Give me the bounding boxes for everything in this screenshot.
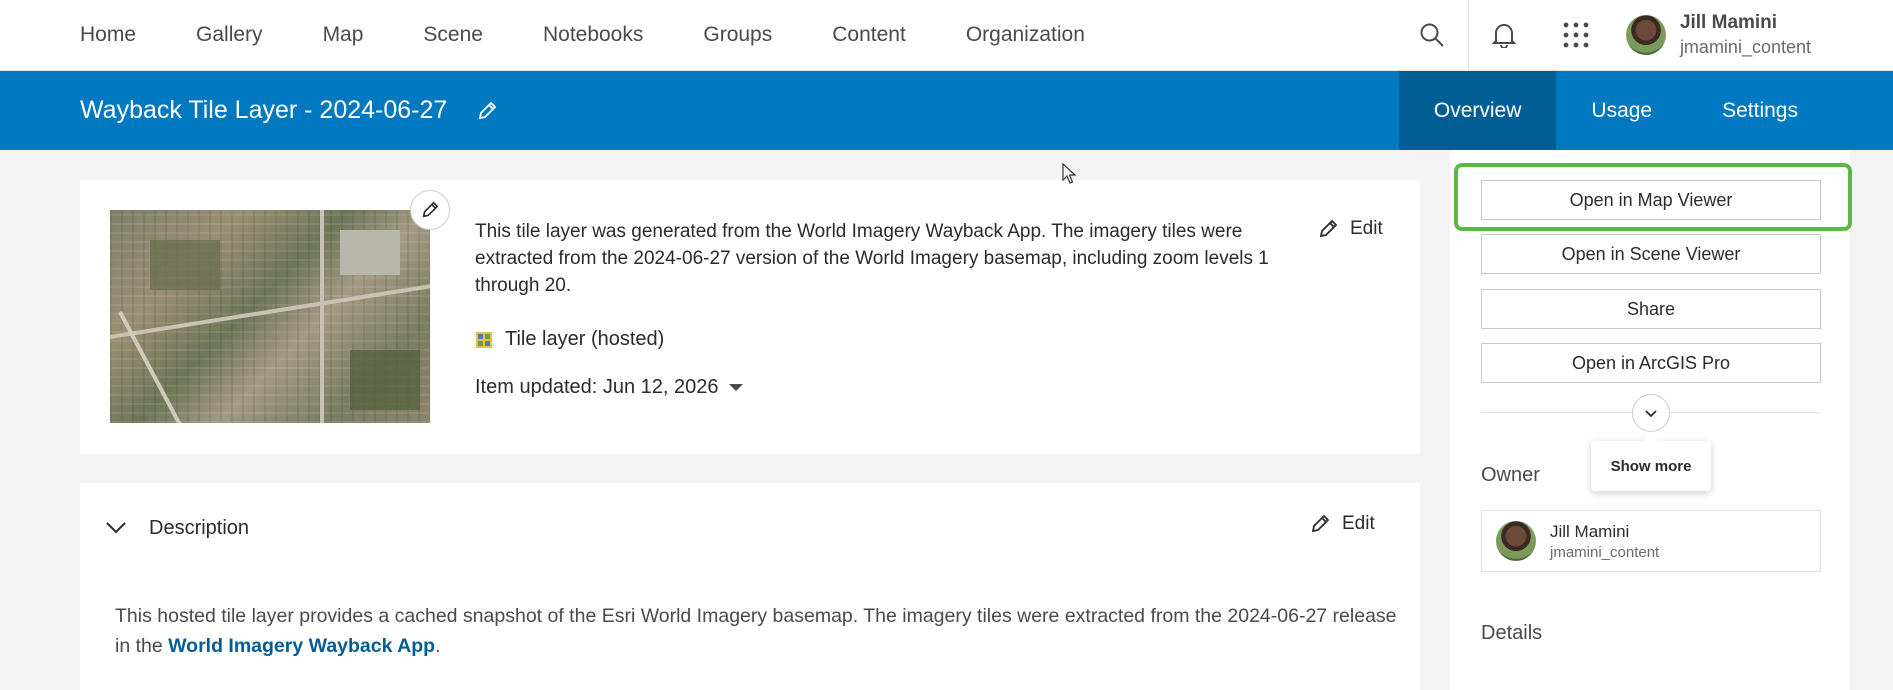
pencil-icon [1311,514,1330,533]
user-avatar [1625,15,1666,55]
app-launcher-button[interactable] [1540,0,1612,70]
item-sidebar: Open in Map Viewer Open in Scene Viewer … [1450,150,1850,690]
show-more-tooltip: Show more [1591,434,1711,491]
edit-summary-button[interactable]: Edit [1318,218,1383,240]
user-names: Jill Mamini jmamini_content [1680,12,1811,58]
tile-layer-icon [476,331,492,348]
tab-settings[interactable]: Settings [1687,71,1833,150]
open-in-map-viewer-button[interactable]: Open in Map Viewer [1481,180,1821,220]
description-card: Description Edit This hosted tile layer … [80,483,1420,690]
item-title-area: Wayback Tile Layer - 2024-06-27 [80,71,497,150]
owner-heading: Owner [1481,464,1540,486]
item-type-label: Tile layer (hosted) [505,328,665,350]
open-in-arcgis-pro-button[interactable]: Open in ArcGIS Pro [1481,343,1821,383]
item-updated-toggle[interactable]: Item updated: Jun 12, 2026 [475,376,743,399]
edit-description-label: Edit [1342,513,1375,534]
owner-card[interactable]: Jill Mamini jmamini_content [1481,510,1821,572]
owner-names: Jill Mamini jmamini_content [1550,522,1659,561]
description-end: . [435,635,441,657]
user-login: jmamini_content [1679,37,1811,57]
owner-avatar [1496,521,1536,561]
wayback-app-link[interactable]: World Imagery Wayback App [168,635,435,657]
search-button[interactable] [1396,0,1468,70]
item-header: Wayback Tile Layer - 2024-06-27 Overview… [0,71,1893,150]
nav-organization[interactable]: Organization [966,23,1085,47]
pencil-icon [479,101,497,119]
user-name: Jill Mamini [1679,12,1778,33]
item-title: Wayback Tile Layer - 2024-06-27 [80,96,448,124]
item-updated-label: Item updated: Jun 12, 2026 [475,376,719,398]
show-more-button[interactable] [1632,394,1670,432]
open-in-scene-viewer-button[interactable]: Open in Scene Viewer [1481,234,1821,274]
share-button[interactable]: Share [1481,289,1821,329]
description-heading: Description [149,516,250,539]
description-body: This hosted tile layer provides a cached… [115,601,1405,661]
chevron-down-icon [1645,409,1657,417]
details-heading: Details [1481,622,1543,644]
nav-groups[interactable]: Groups [703,23,772,47]
nav-map[interactable]: Map [323,23,364,47]
nav-gallery[interactable]: Gallery [196,23,263,47]
chevron-down-icon [105,521,127,535]
notifications-button[interactable] [1467,0,1540,70]
edit-summary-label: Edit [1350,218,1383,239]
owner-login: jmamini_content [1550,543,1660,561]
pencil-icon [422,201,439,218]
description-toggle[interactable]: Description [105,513,249,543]
item-summary-card: This tile layer was generated from the W… [80,180,1420,454]
app-grid-icon [1563,22,1589,48]
mouse-cursor-icon [1062,163,1077,184]
pencil-icon [1319,219,1338,238]
user-menu[interactable]: Jill Mamini jmamini_content [1612,0,1893,70]
nav-tools: Jill Mamini jmamini_content [1396,0,1893,70]
caret-down-icon [728,384,743,391]
tab-overview[interactable]: Overview [1398,71,1557,150]
edit-description-button[interactable]: Edit [1310,513,1375,535]
item-tabs: Overview Usage Settings [1398,71,1833,150]
bell-icon [1492,24,1517,48]
item-type: Tile layer (hosted) [475,328,664,351]
item-summary-text: This tile layer was generated from the W… [475,221,1269,296]
owner-name: Jill Mamini [1550,521,1630,541]
item-thumbnail [110,210,430,423]
tab-usage[interactable]: Usage [1556,71,1687,150]
nav-scene[interactable]: Scene [423,23,483,47]
edit-thumbnail-button[interactable] [410,190,450,230]
nav-links: Home Gallery Map Scene Notebooks Groups … [80,0,1145,70]
nav-content[interactable]: Content [832,23,906,47]
nav-home[interactable]: Home [80,23,136,47]
search-icon [1420,23,1444,47]
edit-title-button[interactable] [477,101,497,121]
nav-notebooks[interactable]: Notebooks [543,23,643,47]
top-navigation: Home Gallery Map Scene Notebooks Groups … [0,0,1893,71]
